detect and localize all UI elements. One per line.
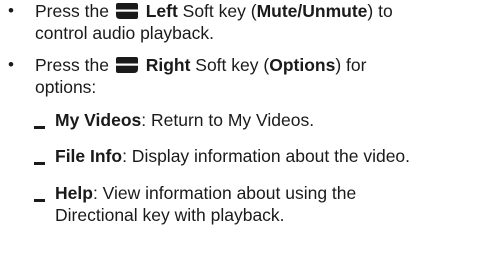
option-term: File Info xyxy=(55,146,123,166)
instruction-right-softkey: Press the Right Soft key (Options) for o… xyxy=(35,54,470,98)
softkey-text: Soft key ( xyxy=(182,1,257,21)
bullet-marker: • xyxy=(8,1,14,20)
option-help: Help: View information about using the D… xyxy=(55,182,473,226)
instruction-left-softkey: Press the Left Soft key (Mute/Unmute) to… xyxy=(35,0,470,44)
trailing-text: ) to xyxy=(367,1,393,21)
dash-marker xyxy=(34,199,45,202)
action-mute-unmute: Mute/Unmute xyxy=(256,1,368,21)
line2-text: options: xyxy=(35,77,97,97)
option-desc: : Return to My Videos. xyxy=(141,110,315,130)
line2-text: control audio playback. xyxy=(35,23,214,43)
action-options: Options xyxy=(269,55,336,75)
softkey-text: Soft key ( xyxy=(195,55,270,75)
key-name-right: Right xyxy=(145,55,191,75)
dash-marker xyxy=(34,162,45,165)
option-desc: : View information about using the xyxy=(92,183,357,203)
option-desc-line2: Directional key with playback. xyxy=(55,205,285,225)
trailing-text: ) for xyxy=(335,55,367,75)
right-softkey-icon xyxy=(115,56,139,74)
option-term: Help xyxy=(55,183,93,203)
press-text: Press the xyxy=(35,55,109,75)
dash-marker xyxy=(34,126,45,129)
option-my-videos: My Videos: Return to My Videos. xyxy=(55,109,473,131)
press-text: Press the xyxy=(35,1,109,21)
option-desc: : Display information about the video. xyxy=(122,146,411,166)
option-file-info: File Info: Display information about the… xyxy=(55,145,473,167)
key-name-left: Left xyxy=(145,1,178,21)
bullet-marker: • xyxy=(8,55,14,74)
option-term: My Videos xyxy=(55,110,142,130)
left-softkey-icon xyxy=(115,2,139,20)
